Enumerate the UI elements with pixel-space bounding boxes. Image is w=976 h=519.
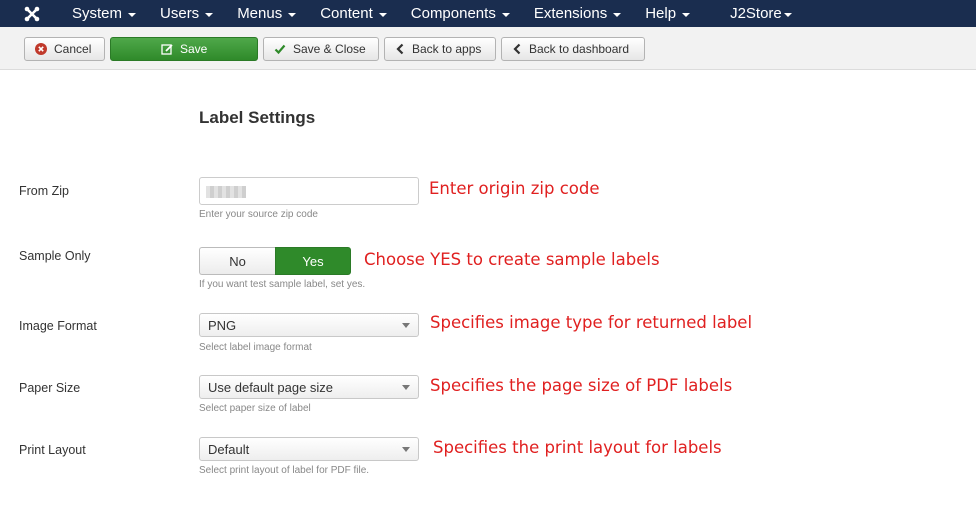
from-zip-help: Enter your source zip code [199,209,318,220]
chevron-left-icon [512,43,522,55]
cancel-button[interactable]: Cancel [24,37,105,61]
menu-extensions[interactable]: Extensions [522,0,633,27]
caret-down-icon [288,12,297,17]
menu-label: Help [645,5,677,22]
menu-label: Content [320,5,373,22]
save-button[interactable]: Save [110,37,258,61]
print-layout-help: Select print layout of label for PDF fil… [199,465,370,476]
top-navbar: System Users Menus Content Components Ex… [0,0,976,27]
menu-users[interactable]: Users [148,0,225,27]
sample-only-label: Sample Only [19,249,91,263]
print-layout-value: Default [208,441,250,457]
sample-no-option[interactable]: No [199,247,275,275]
save-label: Save [180,42,208,56]
back-to-apps-label: Back to apps [412,42,482,56]
check-icon [274,43,286,55]
sample-yes-option[interactable]: Yes [275,247,351,275]
print-layout-annotation: Specifies the print layout for labels [433,438,722,457]
caret-down-icon [783,12,792,17]
caret-down-icon [378,12,387,17]
caret-down-icon [205,12,214,17]
menu-label: Components [410,5,496,22]
sample-only-help: If you want test sample label, set yes. [199,279,366,290]
image-format-annotation: Specifies image type for returned label [430,313,753,332]
from-zip-input[interactable] [199,177,419,205]
paper-size-select[interactable]: Use default page size [199,375,419,399]
from-zip-annotation: Enter origin zip code [429,179,600,198]
cancel-icon [35,43,47,55]
save-close-button[interactable]: Save & Close [263,37,379,61]
menu-system[interactable]: System [60,0,148,27]
paper-size-annotation: Specifies the page size of PDF labels [430,376,733,395]
menu-label: System [72,5,123,22]
paper-size-help: Select paper size of label [199,403,311,414]
menu-components[interactable]: Components [399,0,522,27]
paper-size-value: Use default page size [208,379,334,395]
image-format-label: Image Format [19,319,97,333]
menu-label: Users [160,5,200,22]
menu-label: Menus [237,5,283,22]
menu-content[interactable]: Content [308,0,399,27]
menu-menus[interactable]: Menus [225,0,308,27]
sample-only-toggle: No Yes [199,247,351,275]
dropdown-arrow-icon [402,385,410,390]
caret-down-icon [501,12,510,17]
menu-label: J2Store [730,5,782,22]
chevron-left-icon [395,43,405,55]
back-to-apps-button[interactable]: Back to apps [384,37,496,61]
menu-j2store[interactable]: J2Store [718,0,804,27]
dropdown-arrow-icon [402,323,410,328]
print-layout-label: Print Layout [19,443,86,457]
paper-size-label: Paper Size [19,381,81,395]
back-to-dashboard-label: Back to dashboard [529,42,630,56]
caret-down-icon [682,12,691,17]
toolbar: Cancel Save Save & Close Back to apps Ba… [0,27,976,70]
print-layout-select[interactable]: Default [199,437,419,461]
joomla-logo-icon[interactable] [22,4,42,24]
caret-down-icon [613,12,622,17]
image-format-help: Select label image format [199,342,312,353]
cancel-label: Cancel [54,42,92,56]
image-format-select[interactable]: PNG [199,313,419,337]
back-to-dashboard-button[interactable]: Back to dashboard [501,37,645,61]
caret-down-icon [128,12,137,17]
save-close-label: Save & Close [293,42,366,56]
from-zip-label: From Zip [19,184,69,198]
edit-icon [161,43,173,55]
page-title: Label Settings [199,108,316,127]
image-format-value: PNG [208,317,237,333]
dropdown-arrow-icon [402,447,410,452]
sample-only-annotation: Choose YES to create sample labels [364,250,660,269]
menu-label: Extensions [533,5,608,22]
redacted-value [206,186,246,198]
menu-help[interactable]: Help [633,0,702,27]
